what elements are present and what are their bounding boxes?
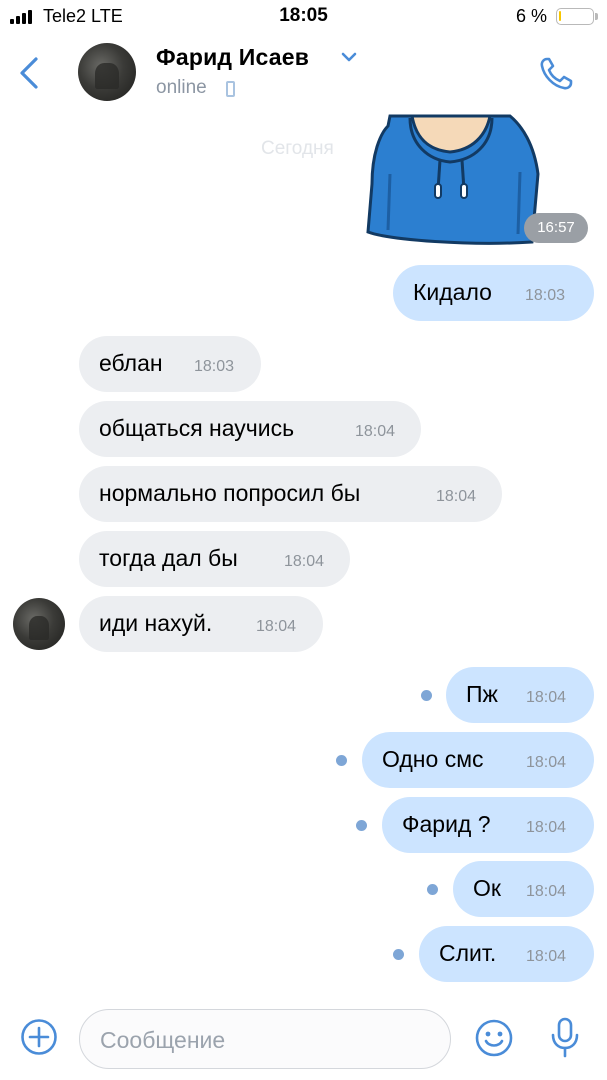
- unread-dot: [356, 820, 367, 831]
- message-text: нормально попросил бы: [99, 480, 361, 506]
- message-time: 18:04: [355, 423, 396, 440]
- message-time: 18:04: [526, 948, 567, 965]
- composer-bar: [0, 1000, 607, 1080]
- message-outgoing[interactable]: Слит. 18:04: [419, 926, 594, 982]
- message-time: 18:04: [436, 488, 477, 505]
- message-time: 18:04: [284, 553, 325, 570]
- message-text: еблан: [99, 350, 163, 376]
- phone-icon[interactable]: [536, 54, 576, 94]
- message-text: тогда дал бы: [99, 545, 238, 571]
- mobile-device-icon: [226, 81, 235, 97]
- message-time: 18:04: [526, 883, 567, 900]
- message-incoming[interactable]: нормально попросил бы 18:04: [79, 466, 502, 522]
- message-text: иди нахуй.: [99, 610, 213, 636]
- message-outgoing[interactable]: Пж 18:04: [446, 667, 594, 723]
- battery-percent: 6 %: [516, 6, 548, 26]
- battery-tip: [595, 13, 598, 20]
- microphone-icon[interactable]: [550, 1016, 580, 1060]
- unread-dot: [421, 690, 432, 701]
- unread-dot: [336, 755, 347, 766]
- smile-icon[interactable]: [474, 1018, 514, 1058]
- message-text: общаться научись: [99, 415, 295, 441]
- battery-level: [559, 11, 561, 21]
- message-time: 18:03: [525, 287, 566, 304]
- avatar[interactable]: [78, 43, 136, 101]
- message-text: Кидало: [413, 279, 492, 305]
- message-text: Слит.: [439, 940, 497, 966]
- sticker-time: 16:57: [524, 213, 588, 243]
- message-time: 18:04: [526, 754, 567, 771]
- plus-circle-icon[interactable]: [20, 1018, 58, 1056]
- date-separator: Сегодня: [261, 138, 334, 159]
- status-bar: Tele2 LTE 18:05 6 %: [0, 0, 607, 34]
- message-incoming[interactable]: общаться научись 18:04: [79, 401, 421, 457]
- contact-name[interactable]: Фарид Исаев: [156, 44, 309, 71]
- message-outgoing[interactable]: Фарид ? 18:04: [382, 797, 594, 853]
- message-outgoing[interactable]: Ок 18:04: [453, 861, 594, 917]
- message-input-field[interactable]: [79, 1009, 451, 1069]
- sticker-image[interactable]: [350, 114, 550, 254]
- chat-header: Фарид Исаев online: [0, 34, 607, 114]
- message-time: 18:04: [526, 819, 567, 836]
- battery-icon: [556, 8, 594, 25]
- message-input[interactable]: [98, 1026, 432, 1055]
- message-outgoing[interactable]: Одно смс 18:04: [362, 732, 594, 788]
- message-time: 18:04: [256, 618, 297, 635]
- chevron-down-icon[interactable]: [341, 52, 357, 62]
- message-text: Одно смс: [382, 746, 484, 772]
- unread-dot: [393, 949, 404, 960]
- message-text: Пж: [466, 681, 498, 707]
- message-time: 18:03: [194, 358, 235, 375]
- presence-status: online: [156, 77, 207, 98]
- avatar[interactable]: [13, 598, 65, 650]
- message-time: 18:04: [526, 689, 567, 706]
- message-incoming[interactable]: еблан 18:03: [79, 336, 261, 392]
- message-outgoing[interactable]: Кидало 18:03: [393, 265, 594, 321]
- chevron-left-icon[interactable]: [18, 56, 40, 90]
- message-text: Ок: [473, 875, 501, 901]
- message-incoming[interactable]: тогда дал бы 18:04: [79, 531, 350, 587]
- message-incoming[interactable]: иди нахуй. 18:04: [79, 596, 323, 652]
- message-text: Фарид ?: [402, 811, 491, 837]
- unread-dot: [427, 884, 438, 895]
